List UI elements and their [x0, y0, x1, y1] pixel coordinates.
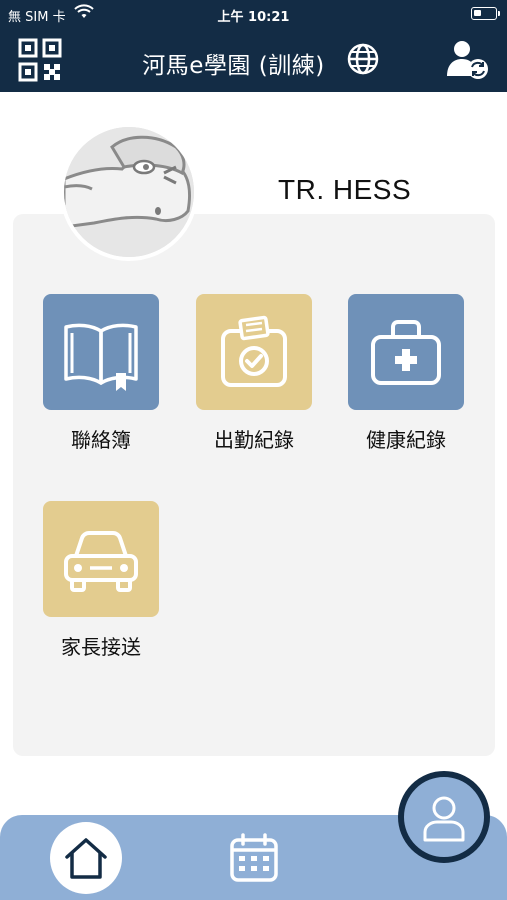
car-icon	[43, 501, 159, 617]
medical-kit-icon	[348, 294, 464, 410]
user-avatar[interactable]	[60, 123, 198, 261]
menu-item-label: 健康紀錄	[366, 428, 446, 452]
menu-item-parent-pickup[interactable]: 家長接送	[26, 501, 176, 671]
globe-icon[interactable]	[346, 42, 380, 76]
user-name: TR. HESS	[278, 174, 412, 205]
menu-item-health-record[interactable]: 健康紀錄	[331, 294, 481, 464]
home-icon[interactable]	[50, 822, 122, 894]
calendar-icon[interactable]	[226, 830, 282, 886]
battery-icon	[471, 7, 500, 20]
switch-user-icon[interactable]	[445, 38, 489, 82]
header-bar: 河馬e學園 (訓練)	[0, 28, 507, 92]
clock: 上午 10:21	[217, 10, 290, 25]
status-bar: 無 SIM 卡 上午 10:21	[0, 0, 507, 28]
menu-item-label: 家長接送	[61, 635, 141, 659]
app-title: 河馬e學園 (訓練)	[142, 53, 325, 79]
book-icon	[43, 294, 159, 410]
menu-item-label: 聯絡簿	[71, 428, 131, 452]
menu-item-label: 出勤紀錄	[214, 428, 294, 452]
profile-icon[interactable]	[398, 771, 490, 863]
menu-item-contact-book[interactable]: 聯絡簿	[26, 294, 176, 464]
menu-item-attendance[interactable]: 出勤紀錄	[179, 294, 329, 464]
attendance-clipboard-icon	[196, 294, 312, 410]
